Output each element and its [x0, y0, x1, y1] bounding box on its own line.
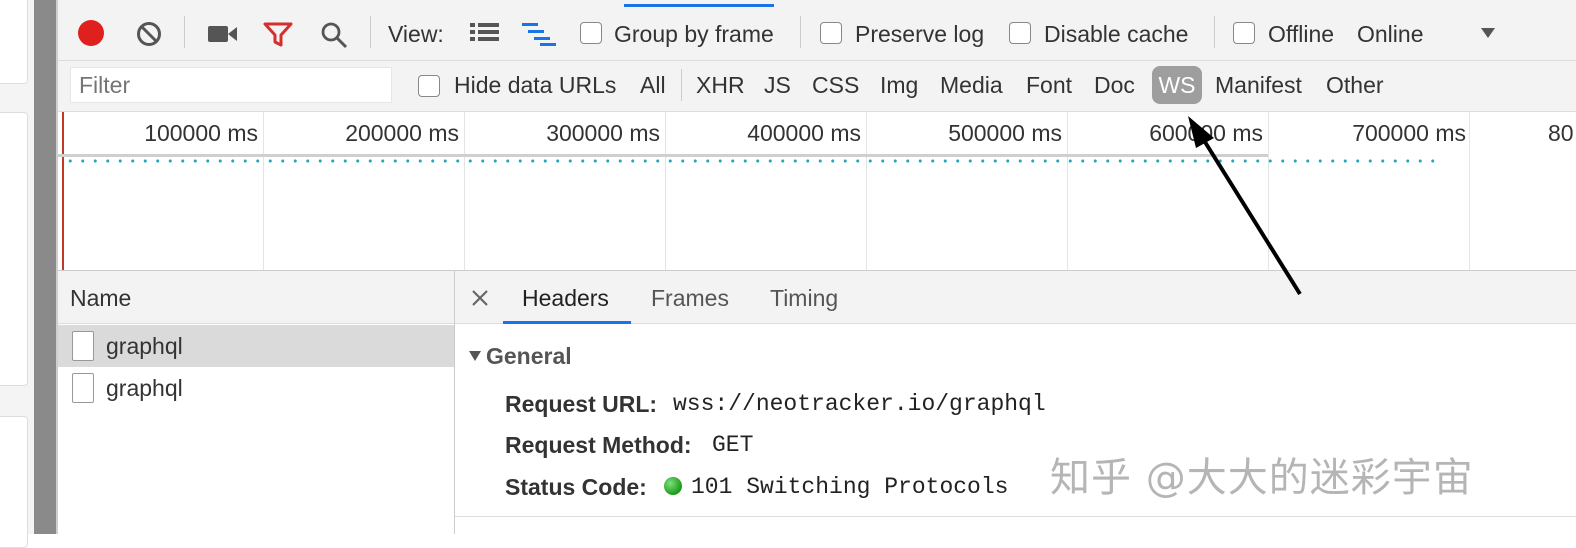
filter-type-other[interactable]: Other: [1326, 71, 1384, 99]
close-icon[interactable]: [471, 289, 489, 307]
toolbar-separator: [1214, 16, 1215, 48]
load-marker-line: [62, 112, 64, 270]
group-by-frame-checkbox[interactable]: [580, 22, 602, 44]
filter-type-manifest[interactable]: Manifest: [1215, 71, 1302, 99]
filter-type-css[interactable]: CSS: [812, 71, 859, 99]
background-page-strip: [0, 0, 34, 548]
panel-bottom-border: [455, 516, 1576, 517]
offline-label: Offline: [1268, 21, 1335, 47]
preserve-log-label: Preserve log: [855, 21, 985, 47]
annotation-arrow-icon: [1188, 116, 1302, 296]
background-card: [0, 112, 28, 386]
hide-data-urls-label: Hide data URLs: [454, 72, 617, 98]
watermark-text: 知乎 @大大的迷彩宇宙: [1050, 455, 1474, 501]
view-label: View:: [388, 21, 444, 47]
timeline-gridline: [866, 112, 867, 270]
tab-headers[interactable]: Headers: [522, 284, 609, 312]
timeline-tick-label: 300000 ms: [546, 120, 660, 146]
timeline-tick-label: 80: [1548, 120, 1574, 146]
disable-cache-checkbox[interactable]: [1009, 22, 1031, 44]
filter-type-img[interactable]: Img: [880, 71, 918, 99]
tab-timing[interactable]: Timing: [770, 284, 838, 312]
filter-type-doc[interactable]: Doc: [1094, 71, 1135, 99]
offline-checkbox[interactable]: [1233, 22, 1255, 44]
request-method-label: Request Method:: [505, 432, 692, 458]
filter-type-ws[interactable]: WS: [1152, 66, 1202, 104]
timeline-tick-label: 400000 ms: [747, 120, 861, 146]
filter-input[interactable]: [70, 67, 392, 103]
name-header-label: Name: [70, 285, 132, 311]
active-panel-indicator: [624, 4, 774, 7]
status-code-label: Status Code:: [505, 474, 647, 500]
video-camera-icon[interactable]: [208, 24, 238, 44]
file-icon: [72, 331, 94, 361]
filter-type-js[interactable]: JS: [764, 71, 791, 99]
request-url-label: Request URL:: [505, 391, 658, 417]
request-row[interactable]: graphql: [58, 325, 454, 367]
timeline-tick-label: 200000 ms: [345, 120, 459, 146]
timeline-gridline: [1067, 112, 1068, 270]
status-success-icon: [664, 477, 682, 495]
timeline-overview[interactable]: 100000 ms 200000 ms 300000 ms 400000 ms …: [58, 112, 1576, 271]
throttling-select[interactable]: Online: [1357, 20, 1423, 48]
request-name: graphql: [106, 333, 183, 359]
filter-type-media[interactable]: Media: [940, 71, 1003, 99]
request-name-list: Name graphql graphql: [58, 271, 455, 534]
network-toolbar: View: Group by frame Preserve log Disabl…: [58, 0, 1576, 61]
timeline-selection-bar: [58, 154, 1268, 157]
waterfall-overview-icon[interactable]: [522, 22, 558, 48]
file-icon: [72, 373, 94, 403]
disable-cache-label: Disable cache: [1044, 21, 1189, 47]
toolbar-separator: [184, 16, 185, 48]
timeline-gridline: [1469, 112, 1470, 270]
name-column-header[interactable]: Name: [58, 271, 454, 324]
background-card: [0, 0, 28, 84]
request-name: graphql: [106, 375, 183, 401]
status-code-value: 101 Switching Protocols: [691, 474, 1009, 500]
detail-tab-bar: Headers Frames Timing: [455, 271, 1576, 324]
filter-type-font[interactable]: Font: [1026, 71, 1072, 99]
filter-separator: [681, 69, 682, 101]
group-by-frame-label: Group by frame: [614, 21, 774, 47]
triangle-down-icon[interactable]: [468, 350, 482, 362]
general-section-title[interactable]: General: [486, 342, 572, 370]
clear-icon[interactable]: [136, 21, 162, 47]
preserve-log-checkbox[interactable]: [820, 22, 842, 44]
timeline-gridline: [464, 112, 465, 270]
filter-bar: Hide data URLs All XHR JS CSS Img Media …: [58, 61, 1576, 112]
toolbar-separator: [800, 16, 801, 48]
timeline-gridline: [665, 112, 666, 270]
filter-type-all[interactable]: All: [640, 71, 666, 99]
request-row[interactable]: graphql: [58, 367, 454, 409]
search-icon[interactable]: [320, 21, 348, 49]
timeline-tick-label: 100000 ms: [144, 120, 258, 146]
filter-icon[interactable]: [263, 22, 293, 48]
request-method-value: GET: [712, 432, 754, 458]
background-card: [0, 416, 28, 548]
window-divider: [34, 0, 56, 534]
large-rows-icon[interactable]: [470, 22, 500, 46]
request-url-value: wss://neotracker.io/graphql: [673, 391, 1046, 417]
toolbar-separator: [370, 16, 371, 48]
active-tab-indicator: [503, 321, 631, 324]
filter-type-xhr[interactable]: XHR: [696, 71, 745, 99]
tab-frames[interactable]: Frames: [651, 284, 729, 312]
dropdown-arrow-icon[interactable]: [1480, 27, 1496, 39]
record-icon[interactable]: [78, 20, 104, 46]
hide-data-urls-checkbox[interactable]: [418, 75, 440, 97]
timeline-tick-label: 500000 ms: [948, 120, 1062, 146]
timeline-gridline: [263, 112, 264, 270]
